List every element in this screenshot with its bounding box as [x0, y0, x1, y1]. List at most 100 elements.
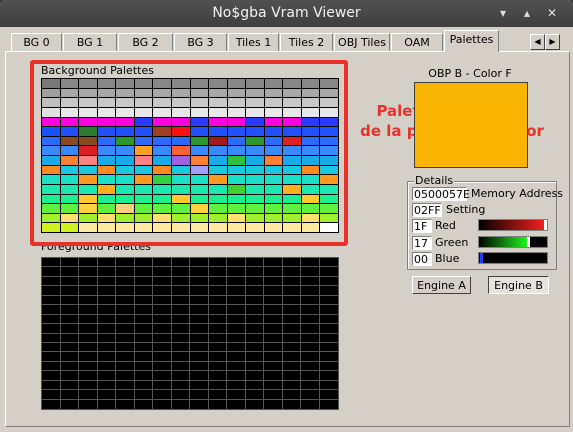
palette-cell[interactable]	[78, 389, 99, 401]
palette-cell[interactable]	[300, 332, 321, 344]
palette-cell[interactable]	[281, 379, 302, 392]
palette-cell[interactable]	[318, 275, 339, 288]
palette-cell[interactable]	[189, 389, 210, 401]
palette-cell[interactable]	[281, 275, 302, 288]
palette-cell[interactable]	[300, 398, 321, 411]
palette-cell[interactable]	[59, 360, 80, 373]
palette-cell[interactable]	[263, 389, 284, 401]
palette-cell[interactable]	[189, 304, 210, 316]
palette-cell[interactable]	[189, 256, 210, 269]
palette-cell[interactable]	[318, 341, 339, 354]
blue-slider[interactable]	[478, 252, 548, 264]
palette-cell[interactable]	[189, 285, 210, 297]
palette-cell[interactable]	[41, 285, 62, 297]
palette-cell[interactable]	[115, 304, 136, 316]
palette-cell[interactable]	[170, 332, 191, 344]
green-slider-thumb[interactable]	[527, 237, 531, 247]
tab-bg1[interactable]: BG 1	[63, 33, 117, 51]
palette-cell[interactable]	[226, 332, 247, 344]
palette-cell[interactable]	[152, 294, 173, 307]
tab-bg3[interactable]: BG 3	[174, 33, 227, 51]
chevron-up-icon[interactable]: ▴	[519, 5, 535, 21]
engine-b-button[interactable]: Engine B	[488, 276, 549, 294]
palette-cell[interactable]	[133, 275, 154, 288]
palette-cell[interactable]	[152, 256, 173, 269]
palette-cell[interactable]	[318, 323, 339, 335]
palette-cell[interactable]	[244, 370, 265, 382]
palette-cell[interactable]	[244, 323, 265, 335]
palette-cell[interactable]	[96, 256, 117, 269]
palette-cell[interactable]	[78, 294, 99, 307]
palette-cell[interactable]	[300, 285, 321, 297]
palette-cell[interactable]	[189, 360, 210, 373]
palette-cell[interactable]	[115, 332, 136, 344]
palette-cell[interactable]	[170, 351, 191, 363]
palette-cell[interactable]	[300, 323, 321, 335]
palette-cell[interactable]	[318, 370, 339, 382]
palette-cell[interactable]	[207, 294, 228, 307]
palette-cell[interactable]	[41, 398, 62, 411]
palette-cell[interactable]	[189, 313, 210, 326]
palette-cell[interactable]	[300, 256, 321, 269]
palette-cell[interactable]	[226, 313, 247, 326]
palette-cell[interactable]	[300, 266, 321, 278]
palette-cell[interactable]	[41, 370, 62, 382]
palette-cell[interactable]	[59, 313, 80, 326]
palette-cell[interactable]	[41, 351, 62, 363]
palette-cell[interactable]	[170, 341, 191, 354]
palette-cell[interactable]	[226, 389, 247, 401]
palette-cell[interactable]	[281, 398, 302, 411]
palette-cell[interactable]	[41, 304, 62, 316]
palette-cell[interactable]	[133, 304, 154, 316]
palette-cell[interactable]	[170, 275, 191, 288]
palette-cell[interactable]	[318, 266, 339, 278]
palette-cell[interactable]	[41, 294, 62, 307]
palette-cell[interactable]	[281, 285, 302, 297]
palette-cell[interactable]	[96, 275, 117, 288]
tab-oam[interactable]: OAM	[391, 33, 443, 51]
palette-cell[interactable]	[78, 379, 99, 392]
palette-cell[interactable]	[244, 304, 265, 316]
palette-cell[interactable]	[281, 370, 302, 382]
palette-cell[interactable]	[318, 379, 339, 392]
palette-cell[interactable]	[78, 398, 99, 411]
palette-cell[interactable]	[300, 379, 321, 392]
palette-cell[interactable]	[281, 341, 302, 354]
palette-cell[interactable]	[115, 389, 136, 401]
palette-cell[interactable]	[78, 275, 99, 288]
palette-cell[interactable]	[133, 294, 154, 307]
palette-cell[interactable]	[244, 389, 265, 401]
palette-cell[interactable]	[189, 332, 210, 344]
palette-cell[interactable]	[263, 304, 284, 316]
palette-cell[interactable]	[300, 341, 321, 354]
palette-cell[interactable]	[133, 266, 154, 278]
palette-cell[interactable]	[115, 294, 136, 307]
palette-cell[interactable]	[263, 360, 284, 373]
palette-cell[interactable]	[59, 304, 80, 316]
palette-cell[interactable]	[226, 341, 247, 354]
palette-cell[interactable]	[263, 285, 284, 297]
palette-cell[interactable]	[318, 304, 339, 316]
palette-cell[interactable]	[78, 266, 99, 278]
palette-cell[interactable]	[78, 285, 99, 297]
engine-a-button[interactable]: Engine A	[412, 276, 471, 294]
palette-cell[interactable]	[189, 275, 210, 288]
close-icon[interactable]: ✕	[544, 5, 560, 21]
palette-cell[interactable]	[133, 256, 154, 269]
palette-cell[interactable]	[226, 370, 247, 382]
palette-cell[interactable]	[244, 360, 265, 373]
green-slider[interactable]	[478, 236, 548, 248]
red-slider-thumb[interactable]	[544, 220, 547, 230]
palette-cell[interactable]	[96, 304, 117, 316]
palette-cell[interactable]	[281, 360, 302, 373]
palette-cell[interactable]	[96, 313, 117, 326]
palette-cell[interactable]	[263, 256, 284, 269]
palette-cell[interactable]	[152, 379, 173, 392]
palette-cell[interactable]	[207, 313, 228, 326]
palette-cell[interactable]	[96, 360, 117, 373]
palette-cell[interactable]	[78, 332, 99, 344]
palette-cell[interactable]	[226, 294, 247, 307]
palette-cell[interactable]	[170, 256, 191, 269]
palette-cell[interactable]	[281, 313, 302, 326]
palette-cell[interactable]	[133, 351, 154, 363]
